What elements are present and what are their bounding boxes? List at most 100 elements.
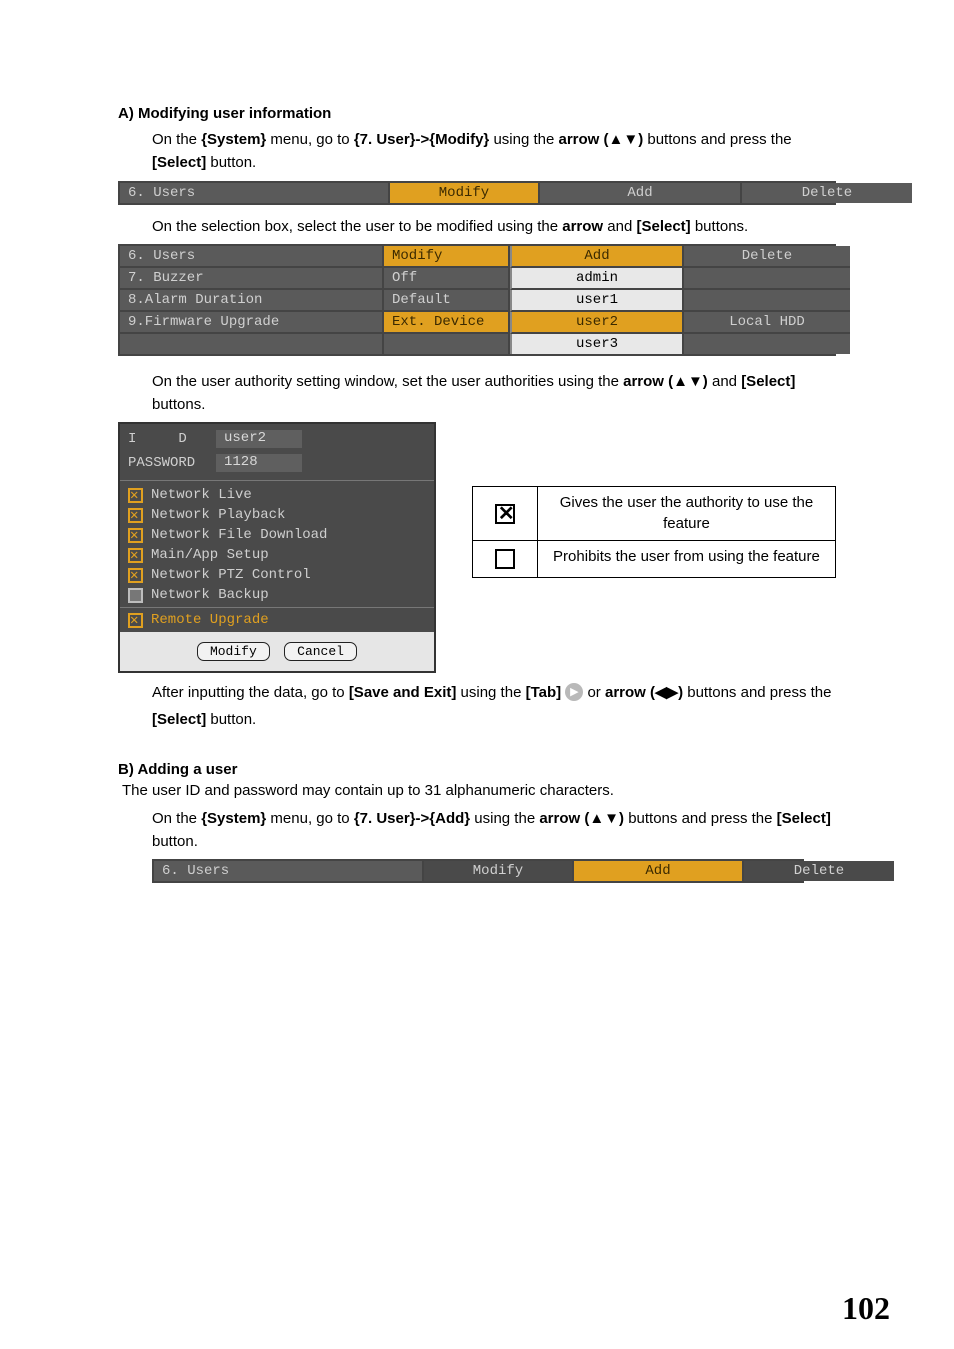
id-field[interactable]: user2 [216,430,302,448]
section-b-heading: B) Adding a user [118,761,894,778]
sel-right[interactable]: Delete [684,246,850,268]
authority-label: Network File Download [151,527,327,543]
sel-val[interactable]: Modify [384,246,510,268]
checkbox-icon[interactable] [128,508,143,523]
authority-label: Network Live [151,487,252,503]
sel-left[interactable]: 9.Firmware Upgrade [120,312,384,334]
text-bold: [Select] [152,154,206,171]
tab-icon: ▶ [565,683,583,701]
authority-item[interactable]: Network File Download [120,525,434,545]
page-number: 102 [842,1290,890,1327]
checkbox-icon[interactable] [128,588,143,603]
sel-user[interactable]: user2 [510,312,684,334]
sel-val [384,334,510,354]
text: buttons and press the [624,810,777,827]
text: On the selection box, select the user to… [152,218,562,235]
authority-list: Network Live Network Playback Network Fi… [120,481,434,632]
text: using the [470,810,539,827]
section-a-para1: On the {System} menu, go to {7. User}->{… [152,128,834,175]
section-b-line1: The user ID and password may contain up … [122,780,834,803]
menu-cell-delete[interactable]: Delete [744,861,894,881]
text-bold: arrow (▲▼) [559,131,644,148]
text-bold: {System} [201,131,266,148]
text: and [708,373,741,390]
text: using the [456,684,525,701]
text: On the [152,810,201,827]
text: using the [489,131,558,148]
authority-item[interactable]: Network Backup [120,585,434,605]
authority-item[interactable]: Remote Upgrade [120,610,434,630]
sel-val[interactable]: Ext. Device [384,312,510,334]
checkbox-icon[interactable] [128,568,143,583]
text: buttons. [691,218,749,235]
authority-item[interactable]: Network PTZ Control [120,565,434,585]
text-bold: arrow (▲▼) [539,810,624,827]
user-selection-table: 6. Users Modify Add Delete 7. Buzzer Off… [118,244,836,356]
authority-label: Remote Upgrade [151,612,269,628]
password-label: PASSWORD [128,455,206,471]
menu-cell-modify[interactable]: Modify [390,183,540,203]
text: On the user authority setting window, se… [152,373,623,390]
checkbox-icon[interactable] [128,488,143,503]
section-b-para1: On the {System} menu, go to {7. User}->{… [152,807,834,854]
sel-val[interactable]: Off [384,268,510,290]
text-bold: arrow [562,218,603,235]
text: After inputting the data, go to [152,684,349,701]
sel-user[interactable]: admin [510,268,684,290]
menu-cell-add[interactable]: Add [540,183,742,203]
text-bold: [Select] [777,810,831,827]
text: buttons and press the [643,131,791,148]
sel-user[interactable]: user3 [510,334,684,354]
menu-cell-users[interactable]: 6. Users [154,861,424,881]
id-label: I D [128,431,206,447]
sel-left[interactable]: 6. Users [120,246,384,268]
authority-legend: Gives the user the authority to use the … [472,486,836,578]
cancel-button[interactable]: Cancel [284,642,357,661]
section-a-para3: On the user authority setting window, se… [152,370,834,417]
menu-cell-delete[interactable]: Delete [742,183,912,203]
menu-bar-users-add: 6. Users Modify Add Delete [152,859,804,883]
text-bold: [Tab] [526,684,562,701]
checkbox-icon[interactable] [128,548,143,563]
text-bold: [Select] [636,218,690,235]
sel-left[interactable]: 8.Alarm Duration [120,290,384,312]
text-bold: {System} [201,810,266,827]
text: menu, go to [266,810,354,827]
password-field[interactable]: 1128 [216,454,302,472]
sel-left[interactable]: 7. Buzzer [120,268,384,290]
user-authority-window: I D user2 PASSWORD 1128 Network Live Net… [118,422,436,673]
sel-val[interactable]: Default [384,290,510,312]
sel-right [684,334,850,354]
text: On the [152,131,201,148]
text-bold: arrow (◀▶) [605,684,683,701]
text-bold: {7. User}->{Modify} [354,131,489,148]
sel-right [684,290,850,312]
authority-label: Network Playback [151,507,285,523]
sel-user[interactable]: user1 [510,290,684,312]
section-a-para4: After inputting the data, go to [Save an… [152,679,834,733]
legend-unchecked-icon [473,541,538,577]
sel-user[interactable]: Add [510,246,684,268]
menu-cell-add[interactable]: Add [574,861,744,881]
legend-text: Prohibits the user from using the featur… [538,541,835,577]
checkbox-icon[interactable] [128,613,143,628]
text: buttons. [152,396,205,413]
checkbox-icon[interactable] [128,528,143,543]
text-bold: [Save and Exit] [349,684,457,701]
authority-item[interactable]: Network Playback [120,505,434,525]
sel-left [120,334,384,354]
section-a-para2: On the selection box, select the user to… [152,215,834,238]
text: button. [206,154,256,171]
sel-right[interactable]: Local HDD [684,312,850,334]
text: buttons and press the [683,684,831,701]
text: and [603,218,636,235]
authority-label: Network PTZ Control [151,567,311,583]
menu-cell-modify[interactable]: Modify [424,861,574,881]
text-bold: {7. User}->{Add} [354,810,470,827]
authority-item[interactable]: Main/App Setup [120,545,434,565]
text: button. [152,833,198,850]
sel-right [684,268,850,290]
authority-item[interactable]: Network Live [120,485,434,505]
modify-button[interactable]: Modify [197,642,270,661]
menu-cell-users[interactable]: 6. Users [120,183,390,203]
